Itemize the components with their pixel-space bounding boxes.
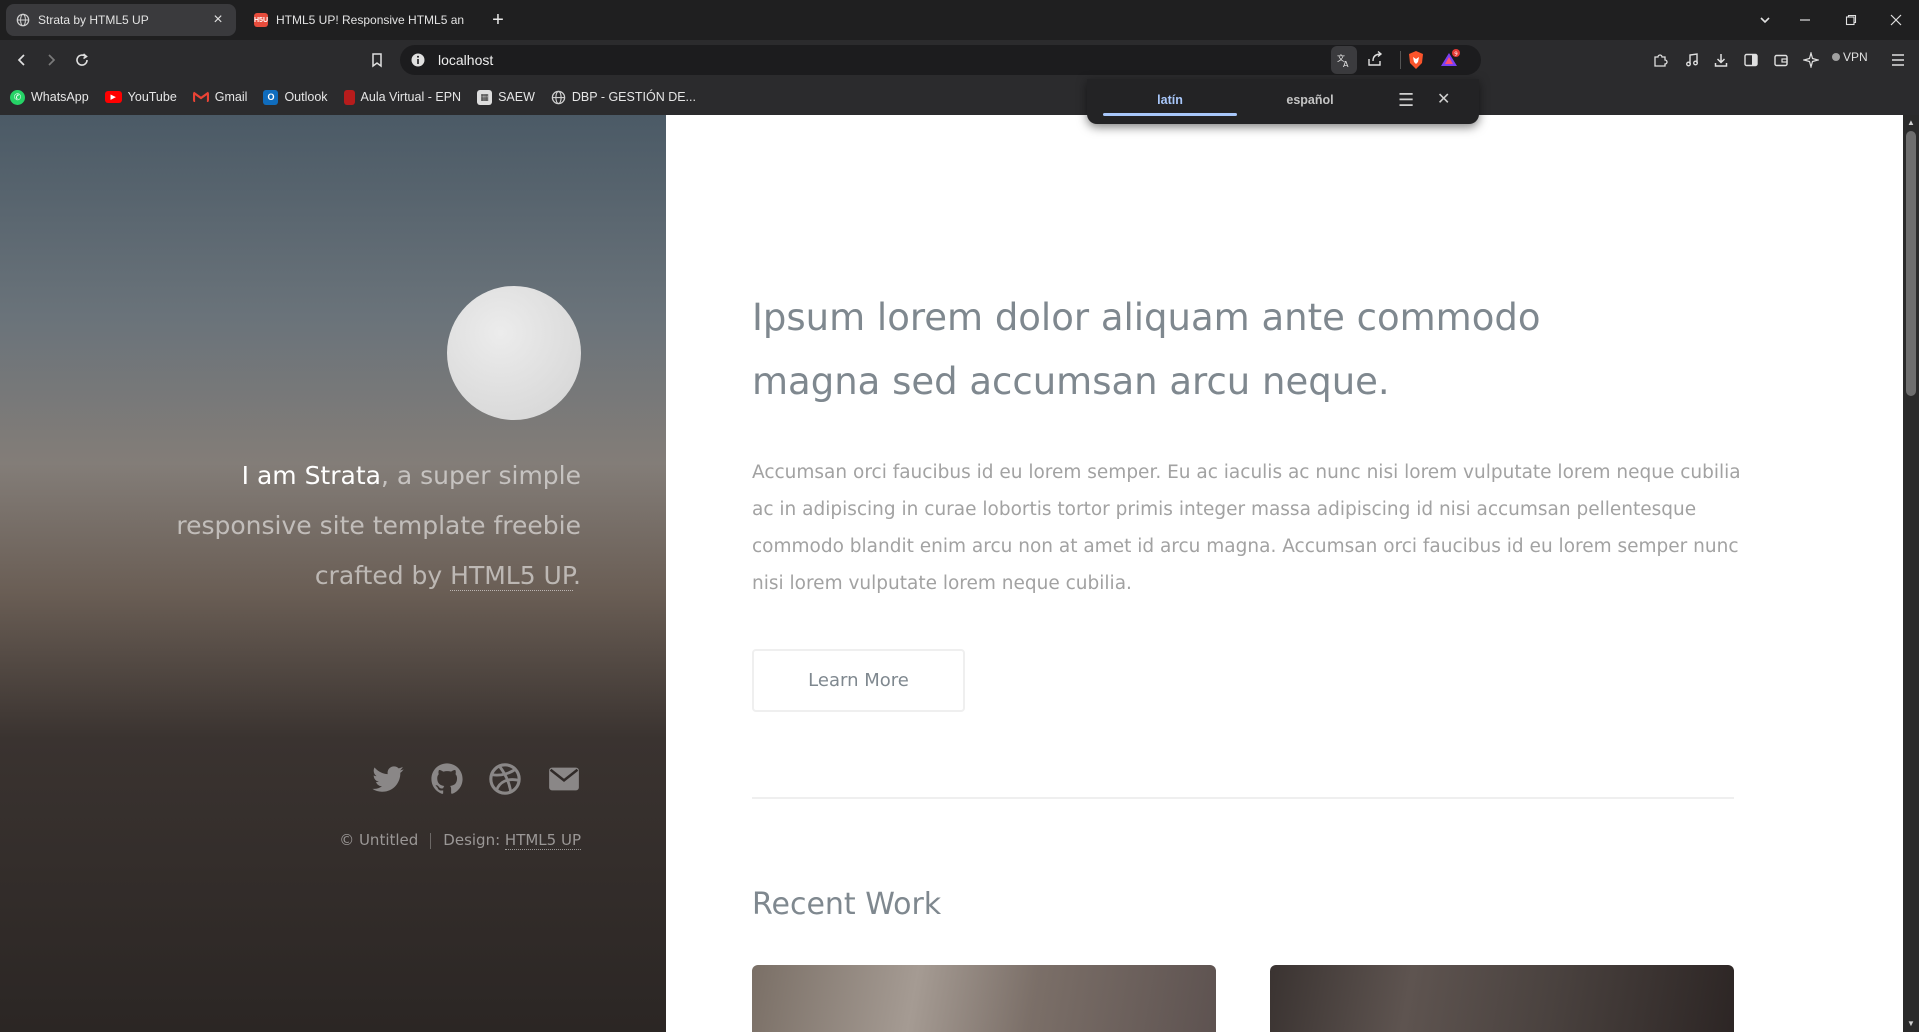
active-tab-indicator (1103, 113, 1237, 116)
svg-text:9: 9 (1454, 51, 1458, 57)
page-viewport: I am Strata, a super simple responsive s… (0, 115, 1919, 1032)
new-tab-icon[interactable]: + (478, 0, 518, 40)
minimize-icon[interactable] (1785, 0, 1825, 40)
svg-text:A: A (1343, 60, 1349, 68)
brave-shield-icon[interactable] (1407, 50, 1425, 75)
share-icon[interactable] (1366, 50, 1384, 73)
bookmark-youtube[interactable]: ▶ YouTube (104, 90, 177, 104)
bookmark-icon[interactable] (364, 47, 390, 73)
dribbble-icon[interactable] (488, 762, 522, 796)
bookmark-gmail[interactable]: Gmail (192, 90, 248, 104)
learn-more-button[interactable]: Learn More (752, 649, 965, 712)
tab-title: HTML5 UP! Responsive HTML5 and (276, 13, 464, 27)
intro-strong: I am Strata (241, 461, 381, 490)
bookmark-label: Outlook (284, 90, 328, 104)
downloads-icon[interactable] (1708, 47, 1734, 73)
translate-target-tab[interactable]: español (1243, 93, 1377, 107)
epn-icon (343, 89, 355, 105)
scroll-thumb[interactable] (1906, 131, 1916, 396)
tab-strata[interactable]: Strata by HTML5 UP × (6, 4, 236, 36)
tab-html5up[interactable]: H5U HTML5 UP! Responsive HTML5 and (244, 4, 474, 36)
work-thumbnail[interactable] (1270, 965, 1734, 1032)
vpn-label: VPN (1843, 50, 1868, 64)
bookmark-saew[interactable]: ▦ SAEW (477, 89, 535, 105)
page-main: Ipsum lorem dolor aliquam ante commodo m… (666, 115, 1903, 1032)
design-label: Design: (443, 831, 505, 849)
globe-icon (16, 13, 30, 27)
translate-popup: latín español ☰ ✕ (1087, 79, 1479, 124)
copyright-divider (430, 832, 432, 849)
site-info-icon[interactable] (410, 52, 426, 68)
globe-icon (551, 90, 566, 104)
html5up-link[interactable]: HTML5 UP (450, 561, 574, 591)
saew-icon: ▦ (477, 89, 493, 105)
design-link[interactable]: HTML5 UP (504, 831, 581, 850)
email-icon[interactable] (547, 762, 581, 796)
youtube-icon: ▶ (104, 91, 122, 103)
restore-icon[interactable] (1831, 0, 1871, 40)
copyright: © Untitled Design: HTML5 UP (300, 831, 581, 850)
scroll-down-icon[interactable]: ▼ (1903, 1016, 1919, 1032)
copyright-text: © Untitled (339, 831, 419, 849)
vpn-status-icon (1832, 53, 1840, 61)
bookmark-aula-virtual[interactable]: Aula Virtual - EPN (343, 89, 462, 105)
back-icon[interactable] (9, 47, 35, 73)
close-window-icon[interactable] (1876, 0, 1916, 40)
bookmark-label: Aula Virtual - EPN (360, 90, 462, 104)
scrollbar[interactable]: ▲ ▼ (1903, 115, 1919, 1032)
toolbar: localhost 文A 9 VPN (0, 40, 1919, 79)
address-bar[interactable]: localhost 文A 9 (400, 45, 1481, 75)
media-icon[interactable] (1679, 47, 1705, 73)
bookmark-label: Gmail (214, 90, 248, 104)
bookmark-label: DBP - GESTIÓN DE... (571, 90, 696, 104)
bookmark-dbp[interactable]: DBP - GESTIÓN DE... (551, 90, 696, 105)
outlook-icon: O (263, 89, 279, 105)
page-sidebar: I am Strata, a super simple responsive s… (0, 115, 666, 1032)
tab-title: Strata by HTML5 UP (38, 13, 149, 27)
brave-rewards-icon[interactable]: 9 (1439, 49, 1461, 74)
sidebar-toggle-icon[interactable] (1738, 47, 1764, 73)
avatar (447, 286, 581, 420)
scroll-up-icon[interactable]: ▲ (1903, 115, 1919, 131)
bookmarks-bar: ✆ WhatsApp ▶ YouTube Gmail O Outlook Aul… (0, 79, 1919, 115)
leo-ai-icon[interactable] (1798, 47, 1824, 73)
github-icon[interactable] (430, 762, 464, 796)
translate-options-icon[interactable]: ☰ (1398, 90, 1414, 111)
twitter-icon[interactable] (371, 762, 405, 796)
html5up-icon: H5U (254, 13, 268, 27)
gmail-icon (192, 91, 209, 102)
section-divider (752, 797, 1734, 799)
close-icon[interactable]: ✕ (1437, 89, 1450, 109)
bookmark-label: YouTube (127, 90, 177, 104)
translate-source-tab[interactable]: latín (1103, 93, 1237, 107)
close-tab-icon[interactable]: × (210, 11, 226, 29)
bookmark-whatsapp[interactable]: ✆ WhatsApp (10, 89, 89, 105)
work-thumbnail[interactable] (752, 965, 1216, 1032)
bookmark-outlook[interactable]: O Outlook (263, 89, 328, 105)
whatsapp-icon: ✆ (10, 89, 25, 105)
intro-end: . (573, 561, 581, 590)
reload-icon[interactable] (69, 47, 95, 73)
extensions-icon[interactable] (1648, 47, 1674, 73)
social-links (371, 762, 581, 796)
recent-work-title: Recent Work (752, 887, 942, 922)
tab-strip: Strata by HTML5 UP × H5U HTML5 UP! Respo… (0, 0, 1919, 40)
wallet-icon[interactable] (1768, 47, 1794, 73)
forward-icon[interactable] (38, 47, 64, 73)
intro-text: I am Strata, a super simple responsive s… (140, 451, 581, 601)
vpn-button[interactable]: VPN (1832, 50, 1868, 64)
bookmark-label: WhatsApp (31, 90, 89, 104)
page-headline: Ipsum lorem dolor aliquam ante commodo m… (752, 296, 1541, 403)
translate-icon[interactable]: 文A (1331, 46, 1357, 74)
tab-search-chevron-icon[interactable] (1745, 0, 1785, 40)
intro-paragraph: Accumsan orci faucibus id eu lorem sempe… (752, 462, 1741, 594)
url-text: localhost (438, 52, 494, 68)
menu-icon[interactable] (1885, 47, 1911, 73)
toolbar-divider (1400, 51, 1401, 69)
bookmark-label: SAEW (498, 90, 535, 104)
